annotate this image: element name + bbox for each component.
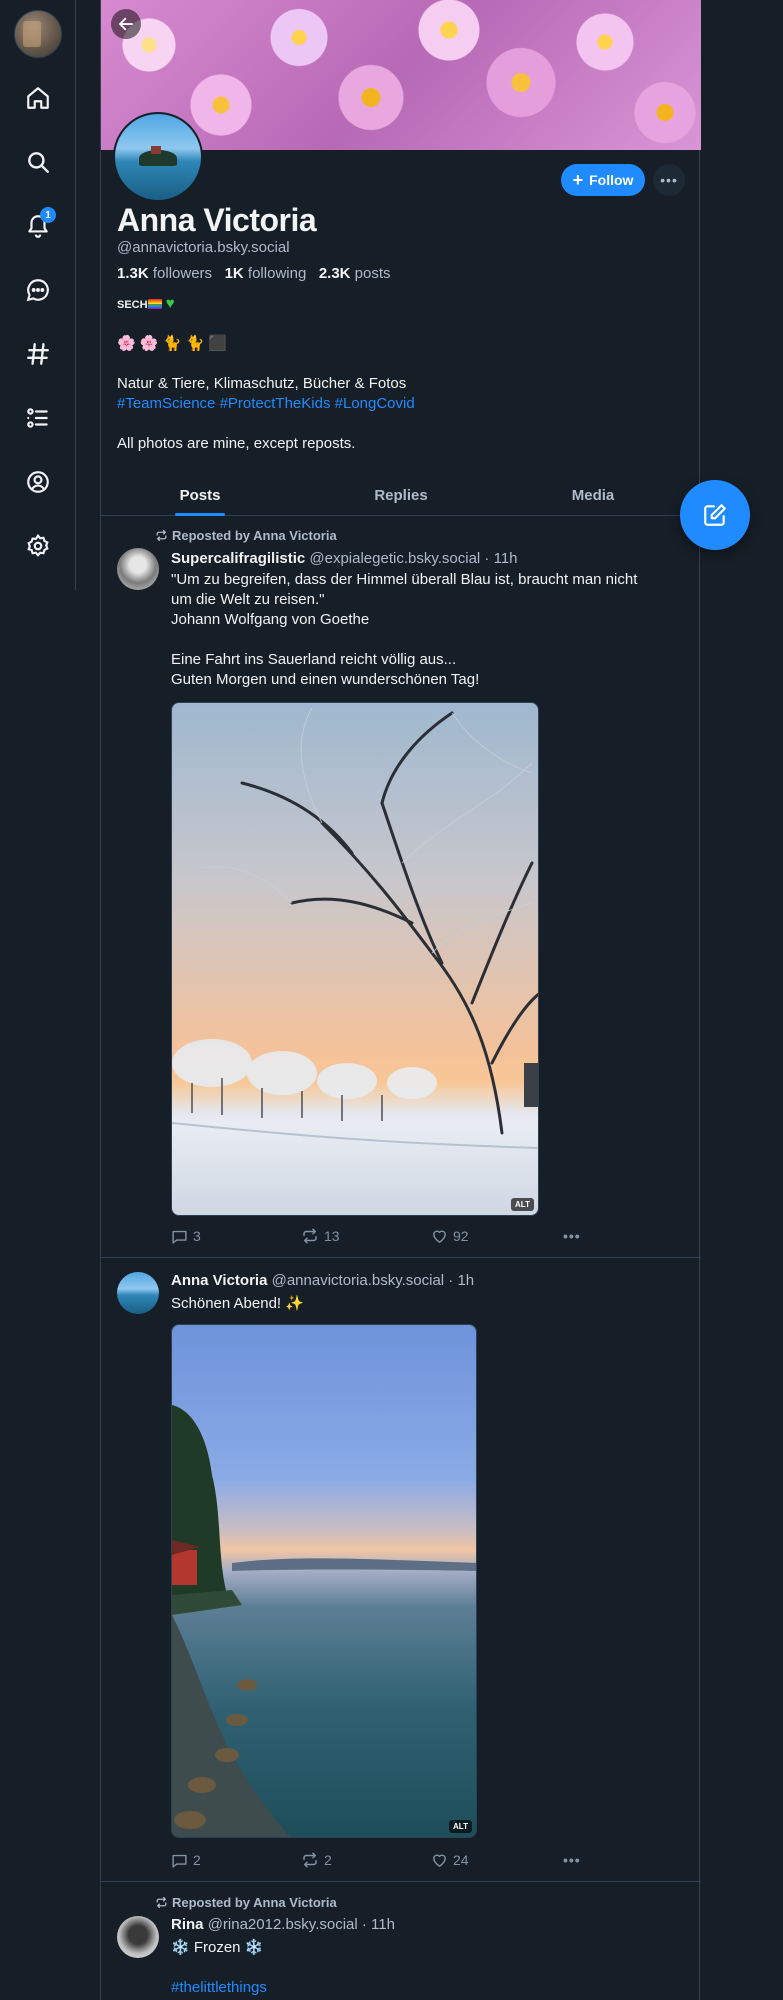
- lists-icon[interactable]: [18, 398, 58, 438]
- post-image-winter-trees[interactable]: ALT: [171, 702, 539, 1216]
- post-text: "Um zu begreifen, dass der Himmel überal…: [171, 571, 638, 688]
- repost-icon: [303, 1852, 317, 1868]
- hashtag-link[interactable]: #TeamScience: [117, 395, 215, 412]
- hashtag-link[interactable]: #LongCovid: [335, 395, 415, 412]
- profile-handle: @annavictoria.bsky.social: [117, 239, 290, 256]
- ellipsis-icon: •••: [660, 172, 678, 188]
- post-header: Anna Victoria @annavictoria.bsky.social …: [171, 1272, 474, 1289]
- home-icon[interactable]: [18, 78, 58, 118]
- hashtag-link[interactable]: #thelittlethings: [171, 1979, 267, 1996]
- post-author-handle[interactable]: @annavictoria.bsky.social: [272, 1272, 445, 1289]
- like-button[interactable]: 24: [431, 1852, 469, 1869]
- compose-post-button[interactable]: [680, 480, 750, 550]
- repost-indicator: Reposted by Anna Victoria: [155, 1895, 337, 1910]
- reply-bubble-icon: [172, 1854, 187, 1868]
- green-heart-icon: ♥: [165, 295, 175, 312]
- feed-post[interactable]: Reposted by Anna Victoria Supercalifragi…: [101, 516, 701, 1258]
- follow-label: Follow: [589, 172, 634, 188]
- alt-text-badge[interactable]: ALT: [449, 1820, 472, 1833]
- post-author-handle[interactable]: @rina2012.bsky.social: [208, 1916, 358, 1933]
- hashtag-link[interactable]: #ProtectTheKids: [220, 395, 331, 412]
- post-timestamp[interactable]: · 1h: [448, 1272, 474, 1289]
- profile-stats: 1.3K followers 1K following 2.3K posts: [117, 265, 391, 282]
- reply-button[interactable]: 2: [171, 1852, 201, 1869]
- post-author-avatar[interactable]: [117, 548, 159, 590]
- chat-icon[interactable]: [18, 270, 58, 310]
- post-timestamp[interactable]: · 11h: [362, 1916, 395, 1933]
- notifications-badge: 1: [40, 207, 56, 223]
- follow-button[interactable]: + Follow: [561, 164, 645, 196]
- repost-small-icon: [156, 529, 167, 542]
- profile-tabs: Posts Replies Media: [101, 474, 701, 516]
- post-author-avatar[interactable]: [117, 1916, 159, 1958]
- tab-posts[interactable]: Posts: [175, 474, 225, 516]
- repost-small-icon: [156, 1896, 167, 1909]
- heart-icon: [433, 1854, 446, 1867]
- left-nav: 1: [0, 0, 76, 590]
- more-options-button[interactable]: •••: [653, 164, 685, 196]
- post-actions: 2 2 24 •••: [171, 1850, 591, 1870]
- reply-count: 3: [193, 1228, 201, 1244]
- notifications-bell-icon[interactable]: 1: [18, 206, 58, 246]
- profile-icon[interactable]: [18, 462, 58, 502]
- feed-post[interactable]: Reposted by Anna Victoria Rina @rina2012…: [101, 1882, 701, 2000]
- post-timestamp[interactable]: · 11h: [484, 550, 517, 567]
- settings-gear-icon[interactable]: [18, 526, 58, 566]
- rainbow-flag-icon: [147, 299, 162, 310]
- winter-tree-drawing: [172, 707, 538, 1149]
- post-author-avatar[interactable]: [117, 1272, 159, 1314]
- post-text: ❄️ Frozen ❄️ #thelittlethings: [171, 1939, 267, 1996]
- like-button[interactable]: 92: [431, 1228, 469, 1245]
- post-author-handle[interactable]: @expialegetic.bsky.social: [309, 550, 480, 567]
- search-icon[interactable]: [18, 142, 58, 182]
- repost-count: 13: [324, 1228, 340, 1244]
- posts-count: 2.3K posts: [318, 265, 391, 282]
- post-more-menu-icon[interactable]: •••: [563, 1228, 581, 1244]
- feeds-hashtag-icon[interactable]: [18, 334, 58, 374]
- repost-indicator: Reposted by Anna Victoria: [155, 528, 337, 543]
- tab-replies[interactable]: Replies: [361, 474, 441, 516]
- profile-avatar[interactable]: [113, 112, 203, 202]
- post-header: Rina @rina2012.bsky.social · 11h: [171, 1916, 395, 1933]
- repost-count: 2: [324, 1852, 332, 1868]
- post-actions: 3 13 92 •••: [171, 1226, 591, 1246]
- reply-bubble-icon: [172, 1230, 187, 1244]
- current-user-avatar[interactable]: [14, 10, 62, 58]
- bio-line-2: 🌸 🌸 🐈 🐈 ⬛: [117, 335, 228, 352]
- tab-media[interactable]: Media: [553, 474, 633, 516]
- post-author-name[interactable]: Anna Victoria: [171, 1272, 267, 1289]
- post-author-name[interactable]: Rina: [171, 1916, 204, 1933]
- following-link[interactable]: 1K following: [225, 265, 307, 282]
- post-author-name[interactable]: Supercalifragilistic: [171, 550, 305, 567]
- repost-icon: [303, 1228, 317, 1244]
- back-arrow-icon[interactable]: [111, 9, 141, 39]
- compose-pencil-icon: [704, 504, 726, 526]
- bio-line-3: Natur & Tiere, Klimaschutz, Bücher & Fot…: [117, 375, 407, 392]
- post-more-menu-icon[interactable]: •••: [563, 1852, 581, 1868]
- feed-post[interactable]: Anna Victoria @annavictoria.bsky.social …: [101, 1258, 701, 1882]
- followers-link[interactable]: 1.3K followers: [117, 265, 212, 282]
- profile-main-column: + Follow ••• Anna Victoria @annavictoria…: [100, 0, 701, 2000]
- like-count: 24: [453, 1852, 469, 1868]
- profile-display-name: Anna Victoria: [117, 202, 317, 238]
- post-text: Schönen Abend! ✨: [171, 1295, 304, 1312]
- profile-bio: SECH ♥ 🌸 🌸 🐈 🐈 ⬛ Natur & Tiere, Klimasch…: [117, 294, 677, 454]
- reply-count: 2: [193, 1852, 201, 1868]
- bio-line-5: All photos are mine, except reposts.: [117, 435, 356, 452]
- alt-text-badge[interactable]: ALT: [511, 1198, 534, 1211]
- heart-icon: [433, 1230, 446, 1243]
- repost-button[interactable]: 13: [301, 1227, 340, 1245]
- like-count: 92: [453, 1228, 469, 1244]
- reply-button[interactable]: 3: [171, 1228, 201, 1245]
- post-image-lake-evening[interactable]: ALT: [171, 1324, 477, 1838]
- bio-line-1: SECH: [117, 299, 148, 311]
- post-header: Supercalifragilistic @expialegetic.bsky.…: [171, 550, 518, 567]
- repost-button[interactable]: 2: [301, 1851, 332, 1869]
- lake-scene-drawing: [172, 1405, 476, 1837]
- plus-icon: +: [572, 170, 584, 190]
